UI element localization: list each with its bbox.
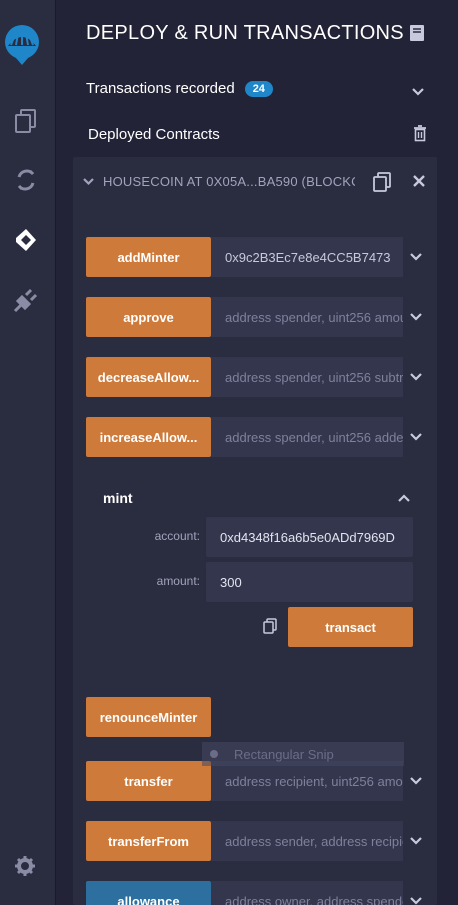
chevron-down-icon[interactable] xyxy=(82,177,95,186)
amount-input[interactable]: 300 xyxy=(206,562,413,602)
decreaseallowance-button[interactable]: decreaseAllow... xyxy=(86,357,211,397)
transfer-button[interactable]: transfer xyxy=(86,761,211,801)
contract-instance: HOUSECOIN AT 0X05A...BA590 (BLOCKCHAIN) … xyxy=(73,157,437,905)
function-row-increaseallowance: increaseAllow... address spender, uint25… xyxy=(86,417,426,457)
chevron-down-icon[interactable] xyxy=(409,773,423,791)
function-row-renounceminter: renounceMinter xyxy=(86,697,426,737)
allowance-input[interactable]: address owner, address spender xyxy=(211,881,403,905)
transferfrom-input[interactable]: address sender, address recipient, uint2… xyxy=(211,821,403,861)
function-row-transfer: transfer address recipient, uint256 amou… xyxy=(86,761,426,801)
approve-button[interactable]: approve xyxy=(86,297,211,337)
function-row-addminter: addMinter 0x9c2B3Ec7e8e4CC5B7473 xyxy=(86,237,426,277)
panel-title: DEPLOY & RUN TRANSACTIONS xyxy=(86,22,404,44)
chevron-up-icon[interactable] xyxy=(397,490,411,508)
transactions-count-badge: 24 xyxy=(244,80,273,97)
transactions-recorded-header[interactable]: Transactions recorded 24 xyxy=(86,80,273,97)
addminter-button[interactable]: addMinter xyxy=(86,237,211,277)
function-row-decreaseallowance: decreaseAllow... address spender, uint25… xyxy=(86,357,426,397)
function-row-approve: approve address spender, uint256 amount xyxy=(86,297,426,337)
mint-title: mint xyxy=(103,490,133,506)
plugin-manager-icon[interactable] xyxy=(11,285,41,315)
remix-logo-icon[interactable] xyxy=(2,18,42,68)
rectangular-snip-overlay: Rectangular Snip xyxy=(202,742,404,766)
account-input[interactable]: 0xd4348f16a6b5e0ADd7969D xyxy=(206,517,413,557)
snip-label: Rectangular Snip xyxy=(234,746,334,762)
deploy-run-panel: DEPLOY & RUN TRANSACTIONS Transactions r… xyxy=(56,0,458,905)
close-icon[interactable] xyxy=(413,174,425,192)
increaseallowance-input[interactable]: address spender, uint256 addedValue xyxy=(211,417,403,457)
chevron-down-icon[interactable] xyxy=(409,309,423,327)
chevron-down-icon[interactable] xyxy=(409,369,423,387)
documentation-book-icon[interactable] xyxy=(409,24,425,42)
account-label: account: xyxy=(154,529,200,543)
settings-gear-icon[interactable] xyxy=(14,855,36,882)
copy-icon[interactable] xyxy=(373,172,391,197)
trash-icon[interactable] xyxy=(413,125,427,147)
chevron-down-icon[interactable] xyxy=(409,249,423,267)
function-row-transferfrom: transferFrom address sender, address rec… xyxy=(86,821,426,861)
icon-sidebar xyxy=(0,0,55,905)
transferfrom-button[interactable]: transferFrom xyxy=(86,821,211,861)
function-row-allowance: allowance address owner, address spender xyxy=(86,881,426,905)
copy-calldata-icon[interactable] xyxy=(263,618,277,639)
addminter-input[interactable]: 0x9c2B3Ec7e8e4CC5B7473 xyxy=(211,237,403,277)
transfer-input[interactable]: address recipient, uint256 amount xyxy=(211,761,403,801)
chevron-down-icon[interactable] xyxy=(409,893,423,905)
file-explorer-icon[interactable] xyxy=(11,106,41,136)
mint-function-expanded: mint account: 0xd4348f16a6b5e0ADd7969D a… xyxy=(86,470,426,670)
renounceminter-button[interactable]: renounceMinter xyxy=(86,697,211,737)
snip-dot-icon xyxy=(210,750,218,758)
increaseallowance-button[interactable]: increaseAllow... xyxy=(86,417,211,457)
transact-button[interactable]: transact xyxy=(288,607,413,647)
deployed-contracts-title: Deployed Contracts xyxy=(88,126,220,143)
contract-name: HOUSECOIN AT 0X05A...BA590 (BLOCKCHAIN) xyxy=(103,174,355,189)
deploy-run-icon[interactable] xyxy=(11,225,41,255)
approve-input[interactable]: address spender, uint256 amount xyxy=(211,297,403,337)
chevron-down-icon[interactable] xyxy=(409,429,423,447)
amount-label: amount: xyxy=(156,574,200,588)
allowance-button[interactable]: allowance xyxy=(86,881,211,905)
contract-header[interactable]: HOUSECOIN AT 0X05A...BA590 (BLOCKCHAIN) xyxy=(82,174,355,189)
chevron-down-icon[interactable] xyxy=(411,84,425,102)
decreaseallowance-input[interactable]: address spender, uint256 subtractedValue xyxy=(211,357,403,397)
compiler-icon[interactable] xyxy=(11,165,41,195)
transactions-recorded-label: Transactions recorded xyxy=(86,80,235,97)
chevron-down-icon[interactable] xyxy=(409,833,423,851)
